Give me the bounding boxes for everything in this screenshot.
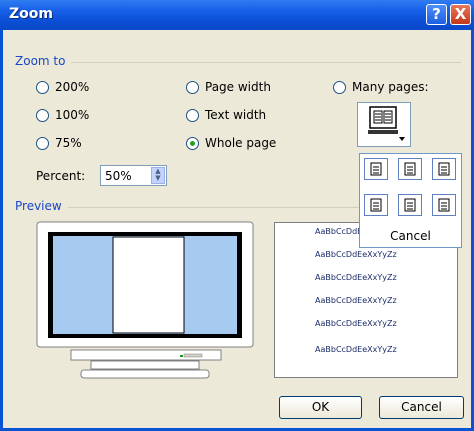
percent-spinner[interactable]: 50% ▲ ▼: [100, 165, 167, 186]
title-bar[interactable]: Zoom ? X: [0, 0, 474, 30]
radio-75-label: 75%: [55, 136, 82, 150]
sample-line: AaBbCcDdEeXxYyZz: [315, 319, 397, 328]
page-grid-cell[interactable]: [432, 194, 456, 216]
radio-circle-selected: [186, 136, 199, 150]
zoom-dialog: Zoom ? X Zoom to 200% 100% 75% Page widt…: [0, 0, 474, 431]
zoom-to-divider: [15, 62, 461, 63]
sample-line: AaBbCcDdEeXxYyZz: [315, 345, 397, 354]
radio-circle: [333, 80, 346, 94]
radio-circle: [186, 108, 199, 122]
radio-circle: [36, 136, 49, 150]
help-button[interactable]: ?: [426, 4, 447, 25]
radio-page-width[interactable]: Page width: [186, 80, 271, 94]
many-pages-popup: Cancel: [359, 153, 462, 248]
page-grid-cell[interactable]: [432, 158, 456, 180]
radio-whole-page[interactable]: Whole page: [186, 136, 276, 150]
preview-label: Preview: [15, 199, 68, 213]
zoom-to-label: Zoom to: [15, 54, 72, 68]
page-grid-cell[interactable]: [364, 194, 388, 216]
monitor-illustration: [36, 221, 254, 379]
radio-many-pages[interactable]: Many pages:: [333, 80, 429, 94]
radio-circle: [36, 108, 49, 122]
cancel-button[interactable]: Cancel: [379, 396, 464, 419]
sample-line: AaBbCcDdEeXxYyZz: [315, 296, 397, 305]
spinner-arrows[interactable]: ▲ ▼: [151, 167, 165, 184]
radio-many-pages-label: Many pages:: [352, 80, 429, 94]
page-grid-cell[interactable]: [398, 158, 422, 180]
radio-75[interactable]: 75%: [36, 136, 82, 150]
ok-button[interactable]: OK: [279, 396, 362, 419]
radio-page-width-label: Page width: [205, 80, 271, 94]
page-grid-cell[interactable]: [364, 158, 388, 180]
monitor-pages-icon: [368, 106, 405, 141]
percent-value[interactable]: 50%: [105, 169, 132, 183]
radio-circle: [36, 80, 49, 94]
window-title: Zoom: [9, 6, 53, 22]
radio-200-label: 200%: [55, 80, 90, 94]
page-grid-cell[interactable]: [398, 194, 422, 216]
radio-text-width[interactable]: Text width: [186, 108, 266, 122]
radio-100-label: 100%: [55, 108, 90, 122]
many-pages-button[interactable]: [357, 102, 411, 147]
close-button[interactable]: X: [450, 4, 471, 25]
percent-label: Percent:: [36, 169, 86, 183]
monitor-preview: [36, 221, 254, 381]
sample-line: AaBbCcDdEeXxYyZz: [315, 273, 397, 282]
sample-line: AaBbCcDdEeXxYyZz: [315, 250, 397, 259]
radio-text-width-label: Text width: [205, 108, 267, 122]
radio-circle: [186, 80, 199, 94]
radio-200[interactable]: 200%: [36, 80, 89, 94]
popup-cancel-button[interactable]: Cancel: [360, 229, 461, 243]
radio-100[interactable]: 100%: [36, 108, 89, 122]
radio-whole-page-label: Whole page: [205, 136, 277, 150]
